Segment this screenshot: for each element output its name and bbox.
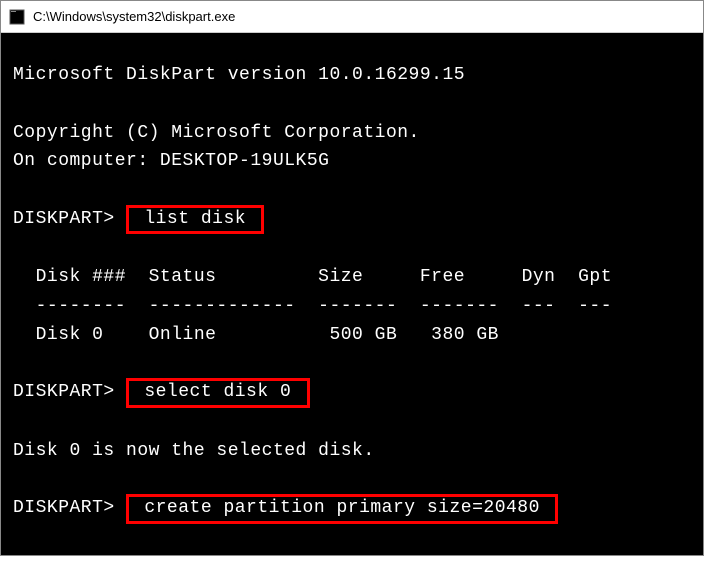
create-result: DiskPart succeeded in creating the speci… [13, 552, 691, 581]
copyright-line: Copyright (C) Microsoft Corporation. [13, 119, 691, 148]
disk-table-row: Disk 0 Online 500 GB 380 GB [13, 321, 691, 350]
command-list-disk: list disk [126, 205, 264, 234]
prompt-line-2: DISKPART> select disk 0 [13, 378, 691, 407]
window-title-text: C:\Windows\system32\diskpart.exe [33, 9, 235, 24]
select-result: Disk 0 is now the selected disk. [13, 437, 691, 466]
prompt-line-3: DISKPART> create partition primary size=… [13, 494, 691, 523]
command-create-partition: create partition primary size=20480 [126, 494, 558, 523]
diskpart-prompt: DISKPART> [13, 382, 115, 402]
diskpart-app-icon [9, 9, 25, 25]
window-title-bar: C:\Windows\system32\diskpart.exe [1, 1, 703, 33]
version-line: Microsoft DiskPart version 10.0.16299.15 [13, 61, 691, 90]
diskpart-prompt: DISKPART> [13, 498, 115, 518]
terminal-output[interactable]: Microsoft DiskPart version 10.0.16299.15… [1, 33, 703, 555]
computer-line: On computer: DESKTOP-19ULK5G [13, 147, 691, 176]
diskpart-prompt: DISKPART> [13, 209, 115, 229]
command-select-disk: select disk 0 [126, 378, 310, 407]
disk-table-header: Disk ### Status Size Free Dyn Gpt [13, 263, 691, 292]
prompt-line-1: DISKPART> list disk [13, 205, 691, 234]
disk-table-divider: -------- ------------- ------- ------- -… [13, 292, 691, 321]
